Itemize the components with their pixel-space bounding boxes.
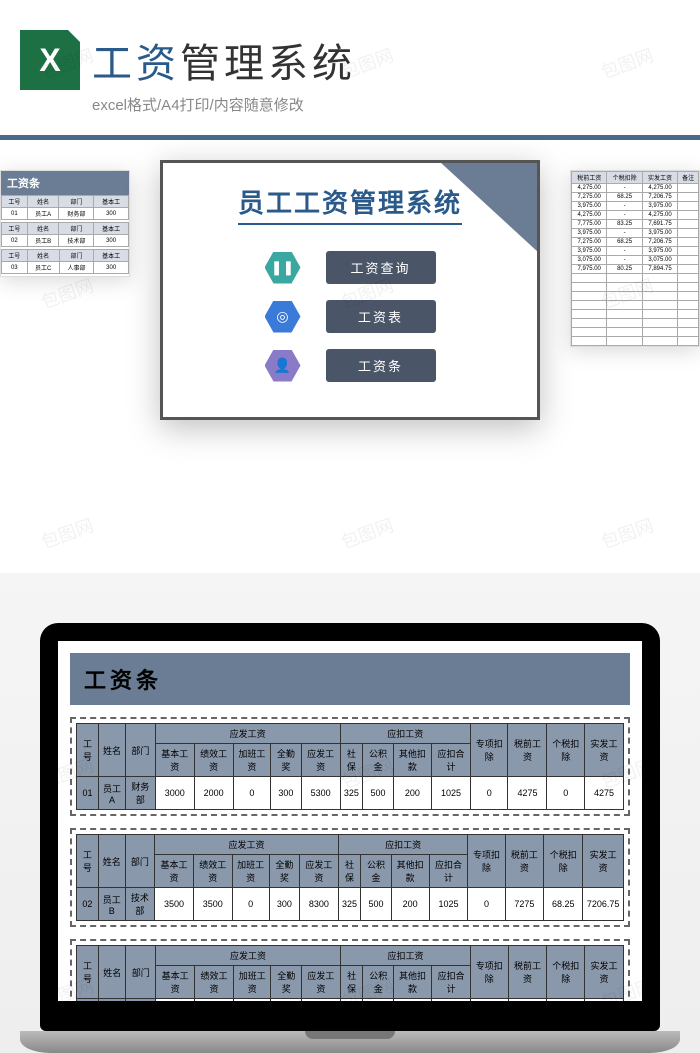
table-row: 7,775.0083.257,691.75 <box>572 220 699 229</box>
excel-icon: X <box>20 30 80 90</box>
dashboard-button[interactable]: 工资表 <box>326 300 436 333</box>
right-sheet-preview: 税前工资个税扣除实发工资备注 4,275.00-4,275.007,275.00… <box>570 170 700 347</box>
left-slip-table: 工号姓名部门基本工 03员工C人事部300 <box>1 249 129 274</box>
dashboard-title: 员工工资管理系统 <box>238 183 462 225</box>
table-row: 7,275.0068.257,206.75 <box>572 193 699 202</box>
table-row: 3,975.00-3,975.00 <box>572 202 699 211</box>
bookmark-icon: ❚❚ <box>265 252 301 284</box>
target-icon: ◎ <box>265 301 301 333</box>
table-row: 7,275.0068.257,206.75 <box>572 238 699 247</box>
person-icon: 👤 <box>265 350 301 382</box>
preview-row: 工资条 工号姓名部门基本工 01员工A财务部300 工号姓名部门基本工 02员工… <box>0 140 700 500</box>
dashboard-button[interactable]: 工资查询 <box>326 251 436 284</box>
dashboard-button[interactable]: 工资条 <box>326 349 436 382</box>
table-row: 4,275.00-4,275.00 <box>572 184 699 193</box>
salary-slip-block: 工号姓名部门 应发工资 应扣工资 专项扣除税前工资个税扣除实发工资 基本工资绩效… <box>70 828 630 927</box>
table-row: 3,975.00-3,975.00 <box>572 247 699 256</box>
left-sheet-title: 工资条 <box>1 171 129 195</box>
left-slip-table: 工号姓名部门基本工 01员工A财务部300 <box>1 195 129 220</box>
table-row: 3,075.00-3,075.00 <box>572 256 699 265</box>
laptop-base <box>20 1031 680 1053</box>
laptop-screen-content: 工资条 工号姓名部门 应发工资 应扣工资 专项扣除税前工资个税扣除实发工资 基本… <box>58 641 642 1001</box>
right-sheet-table: 税前工资个税扣除实发工资备注 4,275.00-4,275.007,275.00… <box>571 171 699 346</box>
table-row: 7,975.0080.257,894.75 <box>572 265 699 274</box>
dashboard-preview: 员工工资管理系统 ❚❚ 工资查询 ◎ 工资表 👤 工资条 <box>160 160 540 420</box>
main-title: 工资管理系统 <box>92 31 356 89</box>
header: X 工资管理系统 excel格式/A4打印/内容随意修改 <box>0 0 700 140</box>
laptop-frame: 工资条 工号姓名部门 应发工资 应扣工资 专项扣除税前工资个税扣除实发工资 基本… <box>40 623 660 1053</box>
laptop-preview-section: 工资条 工号姓名部门 应发工资 应扣工资 专项扣除税前工资个税扣除实发工资 基本… <box>0 573 700 1053</box>
salary-slip-block: 工号姓名部门 应发工资 应扣工资 专项扣除税前工资个税扣除实发工资 基本工资绩效… <box>70 939 630 1001</box>
subtitle: excel格式/A4打印/内容随意修改 <box>92 94 680 115</box>
left-slip-table: 工号姓名部门基本工 02员工B技术部300 <box>1 222 129 247</box>
table-row: 3,975.00-3,975.00 <box>572 229 699 238</box>
salary-slip-block: 工号姓名部门 应发工资 应扣工资 专项扣除税前工资个税扣除实发工资 基本工资绩效… <box>70 717 630 816</box>
table-row: 4,275.00-4,275.00 <box>572 211 699 220</box>
slip-title: 工资条 <box>70 653 630 705</box>
left-sheet-preview: 工资条 工号姓名部门基本工 01员工A财务部300 工号姓名部门基本工 02员工… <box>0 170 130 277</box>
